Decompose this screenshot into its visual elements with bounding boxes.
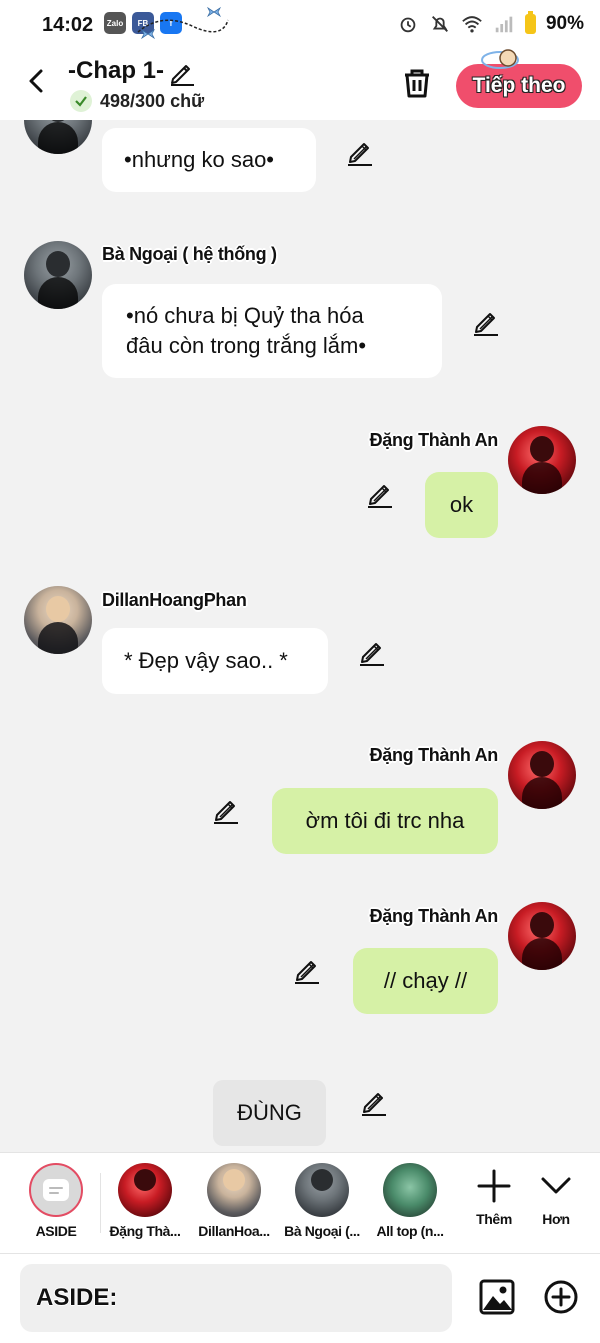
message-bubble[interactable]: ờm tôi đi trc nha [272,788,498,854]
message-text: * Đẹp vậy sao.. * [124,648,288,673]
battery-icon [524,11,536,34]
pencil-icon[interactable] [366,480,394,508]
character-label: Đặng Thà... [109,1223,181,1239]
image-icon[interactable] [478,1278,516,1316]
pencil-icon[interactable] [168,58,196,86]
message-text: // chạy // [383,968,468,993]
trash-icon[interactable] [400,66,434,100]
chat-area[interactable]: •nhưng ko sao• Bà Ngoại ( hệ thống ) •nó… [0,120,600,1152]
speaker-name: Đặng Thành An [369,745,499,765]
character-label: Bà Ngoại (... [284,1223,360,1239]
add-circle-icon[interactable] [543,1279,579,1315]
zalo-app-icon: Zalo [104,12,126,34]
avatar [295,1163,349,1217]
word-count: 498/300 chữ [100,90,205,111]
back-arrow-icon[interactable] [22,66,52,96]
status-time: 14:02 [42,14,94,36]
message-text: ờm tôi đi trc nha [305,808,465,833]
battery-percent: 90% [545,13,584,34]
message-bubble[interactable]: •nhưng ko sao• [102,128,316,192]
divider [100,1173,101,1233]
speaker-name: Đặng Thành An [369,906,499,926]
character-ba-ngoai[interactable]: Bà Ngoại (... [282,1163,362,1239]
word-count-row: 498/300 chữ [70,90,204,112]
aside-message[interactable]: ĐÙNG [213,1080,326,1146]
avatar[interactable] [508,902,576,970]
more-label: Hơn [542,1211,570,1227]
aside-icon [29,1163,83,1217]
pencil-icon[interactable] [293,956,321,984]
avatar[interactable] [508,426,576,494]
speaker-name: Đặng Thành An [369,430,499,450]
speaker-name: Bà Ngoại ( hệ thống ) [102,244,277,264]
character-label: All top (n... [376,1223,444,1239]
pencil-icon[interactable] [346,138,374,166]
chapter-header: -Chap 1- 498/300 chữ Tiếp theo [0,49,600,120]
pencil-icon[interactable] [358,638,386,666]
avatar[interactable] [508,741,576,809]
message-input[interactable]: ASIDE: [20,1264,452,1332]
pencil-icon[interactable] [360,1088,388,1116]
alarm-icon [400,17,416,33]
check-icon [70,90,92,112]
character-dillan[interactable]: DillanHoa... [194,1163,274,1239]
chapter-title[interactable]: -Chap 1- [68,57,164,85]
wifi-icon [462,16,482,33]
character-aside[interactable]: ASIDE [16,1163,96,1239]
message-bubble[interactable]: // chạy // [353,948,498,1014]
pencil-icon[interactable] [212,796,240,824]
avatar[interactable] [24,120,92,154]
message-text: ok [449,492,474,517]
character-dang-thanh-an[interactable]: Đặng Thà... [105,1163,185,1239]
character-selector: ASIDE Đặng Thà... DillanHoa... Bà Ngoại … [0,1152,600,1254]
message-bubble[interactable]: * Đẹp vậy sao.. * [102,628,328,694]
signal-icon [495,16,513,33]
add-character-button[interactable]: Thêm [464,1163,524,1227]
avatar[interactable] [24,241,92,309]
sticker-decoration-icon [137,6,229,40]
avatar [118,1163,172,1217]
mute-bell-icon [431,16,448,32]
message-bubble[interactable]: •nó chưa bị Quỷ tha hóa đâu còn trong tr… [102,284,442,378]
avatar [207,1163,261,1217]
speaker-name: DillanHoangPhan [102,590,247,610]
message-text: •nhưng ko sao• [124,147,275,172]
input-bar: ASIDE: [0,1254,600,1343]
pencil-icon[interactable] [472,308,500,336]
avatar [383,1163,437,1217]
message-text: •nó chưa bị Quỷ tha hóa [126,303,364,328]
character-label: DillanHoa... [198,1223,270,1239]
message-bubble[interactable]: ok [425,472,498,538]
add-label: Thêm [476,1211,512,1227]
more-button[interactable]: Hơn [526,1163,586,1227]
character-all-top[interactable]: All top (n... [370,1163,450,1239]
avatar[interactable] [24,586,92,654]
sticker-decoration-icon [481,49,519,69]
character-label: ASIDE [35,1223,77,1239]
chevron-down-icon [541,1177,571,1194]
message-text: đâu còn trong trắng lắm• [126,333,367,358]
status-indicators: 90% [397,11,584,35]
message-text: ĐÙNG [237,1100,302,1125]
plus-icon [477,1169,511,1203]
